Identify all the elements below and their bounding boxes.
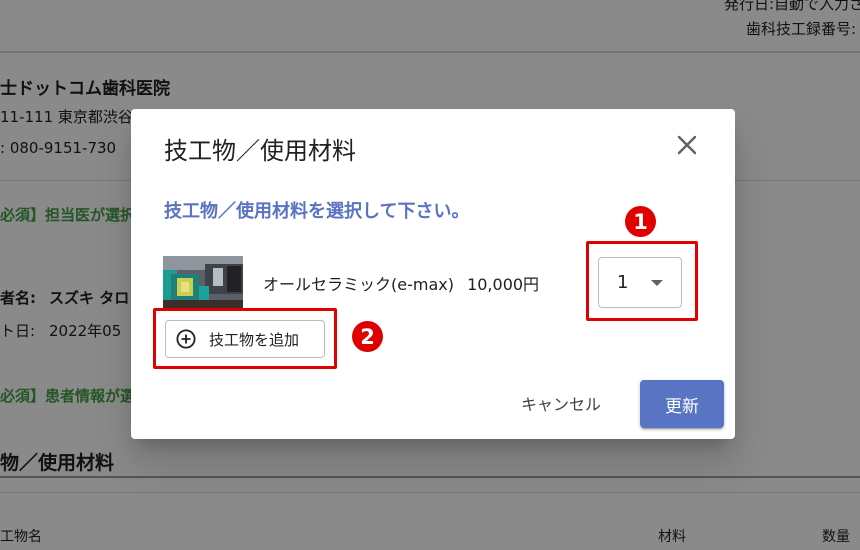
annotation-box-add (153, 308, 337, 369)
item-description: オールセラミック(e-max) 10,000円 (263, 271, 539, 295)
product-photo (163, 256, 243, 310)
item-price: 10,000円 (467, 275, 540, 294)
dialog-instruction: 技工物／使用材料を選択して下さい。 (164, 201, 470, 222)
close-button[interactable] (671, 129, 703, 161)
annotation-box-quantity (586, 241, 698, 321)
update-button[interactable]: 更新 (640, 380, 724, 428)
dialog-title: 技工物／使用材料 (164, 137, 356, 165)
item-name: オールセラミック(e-max) (263, 275, 454, 294)
cancel-button[interactable]: キャンセル (521, 391, 601, 415)
close-icon (677, 135, 697, 155)
annotation-number-1: 1 (625, 206, 656, 237)
annotation-number-2: 2 (352, 321, 383, 352)
